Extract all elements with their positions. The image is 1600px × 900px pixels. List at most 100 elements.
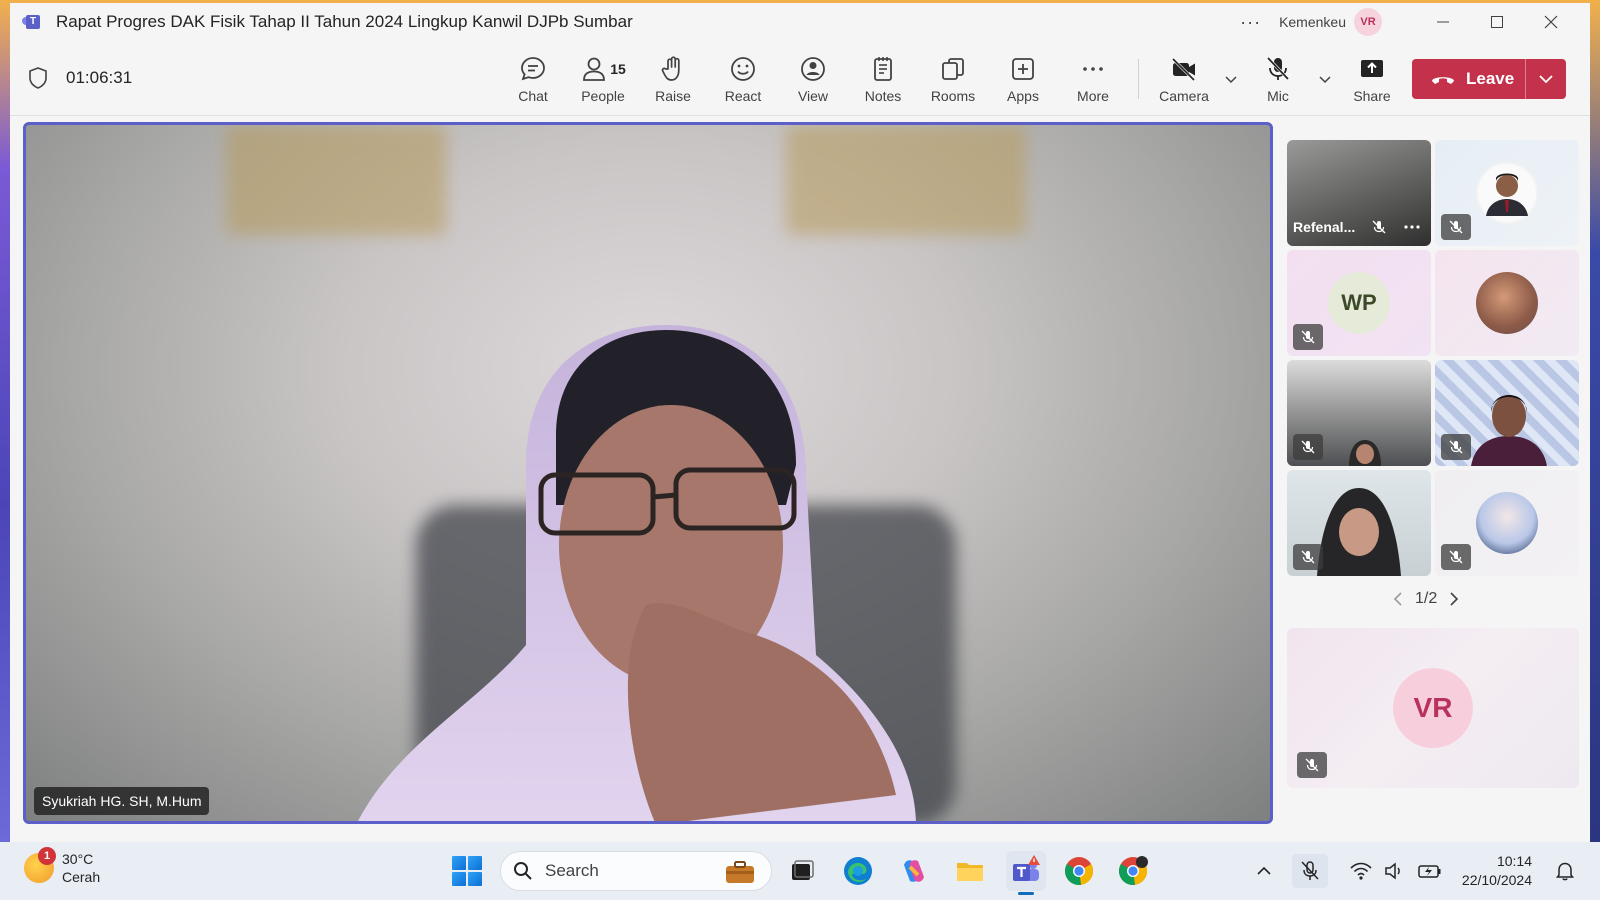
phone-hangup-icon	[1432, 77, 1454, 84]
people-count: 15	[610, 60, 626, 77]
participant-tile[interactable]: WP	[1287, 250, 1431, 356]
participant-tile[interactable]	[1435, 250, 1579, 356]
notes-button[interactable]: Notes	[848, 41, 918, 116]
people-button[interactable]: 15 People	[568, 41, 638, 116]
volume-icon[interactable]	[1384, 862, 1406, 880]
battery-icon[interactable]	[1418, 863, 1442, 879]
react-button[interactable]: React	[708, 41, 778, 116]
notifications-icon[interactable]	[1556, 861, 1574, 881]
raise-label: Raise	[655, 87, 691, 104]
maximize-button[interactable]	[1470, 3, 1524, 41]
tray-mic-muted[interactable]	[1291, 854, 1328, 888]
react-label: React	[724, 87, 762, 104]
weather-badge: 1	[38, 847, 56, 865]
participant-tile[interactable]	[1435, 470, 1579, 576]
chrome-icon[interactable]	[1063, 855, 1095, 887]
chevron-up-icon	[1257, 866, 1271, 875]
active-app-indicator	[1018, 892, 1034, 895]
participant-tile[interactable]: Refenal...	[1287, 140, 1431, 246]
account-avatar[interactable]: VR	[1354, 8, 1382, 36]
file-explorer-icon[interactable]	[954, 855, 986, 887]
desktop-background-left	[0, 0, 10, 842]
toolbar-divider	[1138, 58, 1139, 99]
search-icon	[514, 862, 532, 880]
mic-button[interactable]: Mic	[1243, 41, 1313, 116]
raise-hand-button[interactable]: Raise	[638, 41, 708, 116]
participant-figure	[1349, 440, 1381, 466]
wifi-icon[interactable]	[1350, 862, 1372, 880]
participant-tile[interactable]	[1435, 140, 1579, 246]
org-name[interactable]: Kemenkeu	[1279, 14, 1346, 30]
share-button[interactable]: Share	[1337, 41, 1407, 116]
mute-badge	[1441, 434, 1471, 460]
taskbar-search[interactable]: Search	[500, 851, 772, 891]
close-icon	[1544, 15, 1558, 29]
close-button[interactable]	[1524, 3, 1578, 41]
mute-badge	[1297, 752, 1327, 778]
participant-tile[interactable]	[1287, 470, 1431, 576]
minimize-icon	[1437, 21, 1449, 23]
clock-date: 22/10/2024	[1461, 872, 1532, 888]
chat-button[interactable]: Chat	[498, 41, 568, 116]
mic-off-icon	[1301, 330, 1315, 344]
leave-button[interactable]: Leave	[1412, 59, 1566, 99]
notes-icon	[874, 56, 892, 81]
mute-badge	[1441, 544, 1471, 570]
weather-widget[interactable]: 1 30°C Cerah	[24, 847, 100, 886]
title-bar: T Rapat Progres DAK Fisik Tahap II Tahun…	[10, 3, 1590, 41]
chevron-left-icon[interactable]	[1393, 591, 1403, 607]
rooms-button[interactable]: Rooms	[918, 41, 988, 116]
participant-tile[interactable]	[1287, 360, 1431, 466]
mic-off-icon	[1449, 220, 1463, 234]
edge-icon[interactable]	[842, 855, 874, 887]
participant-tile[interactable]	[1435, 360, 1579, 466]
camera-options-button[interactable]	[1219, 74, 1243, 84]
more-label: More	[1077, 87, 1109, 104]
start-button[interactable]	[452, 856, 482, 886]
mute-badge	[1441, 214, 1471, 240]
participant-figure	[1471, 395, 1547, 466]
hand-icon	[661, 55, 680, 81]
tray-overflow-button[interactable]	[1256, 866, 1272, 876]
title-more-button[interactable]: ···	[1240, 12, 1261, 33]
search-placeholder: Search	[545, 861, 599, 880]
more-button[interactable]: More	[1058, 41, 1128, 116]
self-initials: VR	[1393, 668, 1473, 748]
weather-temperature: 30°C	[62, 851, 94, 867]
chat-icon	[521, 56, 545, 80]
camera-label: Camera	[1159, 87, 1209, 104]
mic-off-icon	[1301, 440, 1315, 454]
mic-options-button[interactable]	[1313, 74, 1337, 84]
leave-main[interactable]: Leave	[1412, 59, 1526, 99]
more-icon[interactable]	[1403, 224, 1421, 230]
shield-icon[interactable]	[28, 67, 48, 89]
chevron-right-icon[interactable]	[1449, 591, 1459, 607]
share-label: Share	[1353, 87, 1391, 104]
camera-button[interactable]: Camera	[1149, 41, 1219, 116]
background-frame	[786, 125, 1026, 235]
notes-label: Notes	[864, 87, 902, 104]
participant-photo	[1476, 162, 1538, 224]
weather-sun-icon: 1	[24, 847, 56, 883]
clock[interactable]: 10:14 22/10/2024	[1462, 852, 1532, 890]
pager-label: 1/2	[1415, 590, 1438, 607]
mic-off-icon	[1449, 440, 1463, 454]
mic-off-icon	[1301, 550, 1315, 564]
leave-options-button[interactable]	[1526, 74, 1566, 84]
teams-taskbar-icon[interactable]	[1006, 851, 1046, 895]
desktop-background-right	[1590, 0, 1600, 842]
chrome-profile-icon[interactable]	[1117, 855, 1149, 887]
view-button[interactable]: View	[778, 41, 848, 116]
task-view-icon[interactable]	[786, 855, 818, 887]
copilot-icon[interactable]	[898, 855, 930, 887]
meeting-stage: Syukriah HG. SH, M.Hum Refenal... WP 1/2…	[10, 116, 1590, 842]
rooms-icon	[942, 57, 964, 80]
minimize-button[interactable]	[1416, 3, 1470, 41]
add-apps-icon	[1012, 57, 1034, 80]
meeting-toolbar: 01:06:31 Chat 15 People Raise React View	[10, 41, 1590, 116]
main-speaker-video[interactable]: Syukriah HG. SH, M.Hum	[23, 122, 1273, 824]
apps-button[interactable]: Apps	[988, 41, 1058, 116]
self-view-tile[interactable]: VR	[1287, 628, 1579, 788]
participant-name: Refenal...	[1293, 219, 1356, 235]
mic-off-icon	[1305, 758, 1319, 772]
